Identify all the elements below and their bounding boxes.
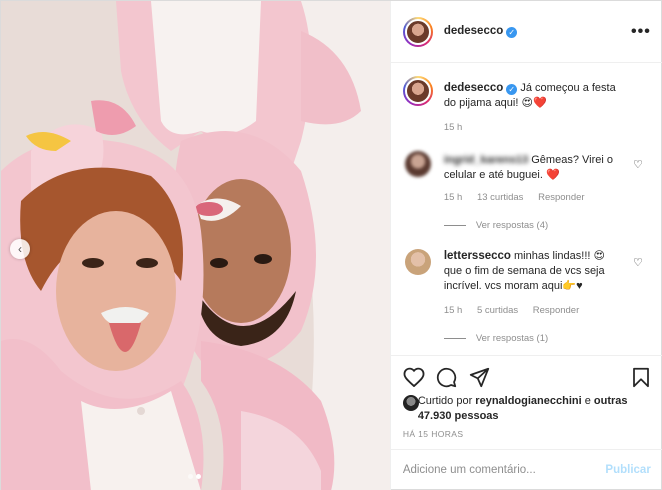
post-header: dedesecco ✓ ••• — [390, 1, 662, 63]
liked-by-user[interactable]: reynaldogianecchini — [475, 395, 581, 407]
instagram-post: ‹ dedesecco ✓ ••• dedesecco ✓ Já começou a… — [0, 0, 662, 490]
carousel-indicator — [188, 474, 201, 479]
author-name-row: dedesecco ✓ — [444, 25, 518, 38]
author-avatar[interactable] — [402, 17, 433, 47]
comment-avatar[interactable] — [404, 151, 431, 177]
comment-emoji-2: 👉♥ — [562, 280, 583, 292]
like-heart-icon[interactable] — [403, 367, 425, 387]
comment-text: minhas lindas!!! — [514, 250, 591, 262]
comment-time[interactable]: 15 h — [444, 305, 463, 316]
liked-by-prefix: Curtido por — [417, 395, 473, 407]
reply-button[interactable]: Responder — [538, 192, 584, 203]
comment-likes[interactable]: 5 curtidas — [477, 305, 518, 316]
comment-username[interactable]: letterssecco — [444, 250, 511, 262]
comment-input[interactable] — [402, 460, 598, 480]
caption-emojis: 😍❤️ — [521, 97, 547, 109]
caption-time[interactable]: 15 h — [444, 122, 463, 133]
save-bookmark-icon[interactable] — [632, 367, 650, 388]
share-send-icon[interactable] — [469, 367, 490, 388]
liked-by-summary: Curtido por reynaldogianecchini e outras… — [402, 394, 653, 424]
like-comment-heart-icon[interactable]: ♡ — [633, 256, 643, 269]
liked-by-connector: e — [584, 395, 591, 407]
reply-button[interactable]: Responder — [533, 305, 579, 316]
add-comment-bar: Publicar — [390, 449, 662, 490]
chevron-left-icon: ‹ — [18, 242, 22, 256]
photo-illustration — [1, 1, 390, 490]
comment-likes[interactable]: 13 curtidas — [477, 192, 523, 203]
comment-emoji: ❤️ — [545, 169, 560, 181]
publish-button[interactable]: Publicar — [605, 464, 650, 476]
post-side-panel: dedesecco ✓ ••• dedesecco ✓ Já começou a f… — [389, 1, 662, 490]
like-comment-heart-icon[interactable]: ♡ — [633, 158, 643, 171]
comment-text-block: letterssecco minhas lindas!!! 😍 que o fi… — [444, 249, 622, 294]
carousel-dot — [188, 474, 193, 479]
comment-meta: 15 h 5 curtidas Responder — [444, 305, 591, 316]
view-replies-button[interactable]: Ver respostas (1) — [444, 333, 548, 344]
comment-bubble-icon[interactable] — [436, 367, 457, 388]
author-username[interactable]: dedesecco — [444, 25, 503, 37]
verified-badge-icon: ✓ — [506, 84, 518, 95]
post-date[interactable]: HÁ 15 HORAS — [403, 429, 464, 439]
comment-time[interactable]: 15 h — [444, 192, 463, 203]
liked-by-avatar[interactable] — [402, 395, 419, 411]
post-photo[interactable]: ‹ — [1, 1, 390, 490]
comments-area[interactable]: dedesecco ✓ Já começou a festa do pijama … — [391, 63, 662, 355]
caption-avatar[interactable] — [402, 76, 433, 106]
caption-username[interactable]: dedesecco — [444, 82, 503, 94]
carousel-dot-active — [196, 474, 201, 479]
view-replies-button[interactable]: Ver respostas (4) — [444, 220, 548, 231]
comment-text-block: ingrid_karens13 Gêmeas? Virei o celular … — [444, 153, 622, 183]
caption-text-block: dedesecco ✓ Já começou a festa do pijama … — [444, 81, 622, 111]
comment-emoji: 😍 — [593, 250, 605, 262]
comment-meta: 15 h 13 curtidas Responder — [444, 192, 597, 203]
caption-meta: 15 h — [444, 122, 475, 133]
carousel-prev-button[interactable]: ‹ — [10, 239, 30, 259]
comment-avatar[interactable] — [404, 249, 431, 275]
more-options-icon[interactable]: ••• — [631, 23, 651, 41]
comment-username[interactable]: ingrid_karens13 — [444, 154, 528, 166]
verified-badge-icon: ✓ — [506, 27, 518, 38]
